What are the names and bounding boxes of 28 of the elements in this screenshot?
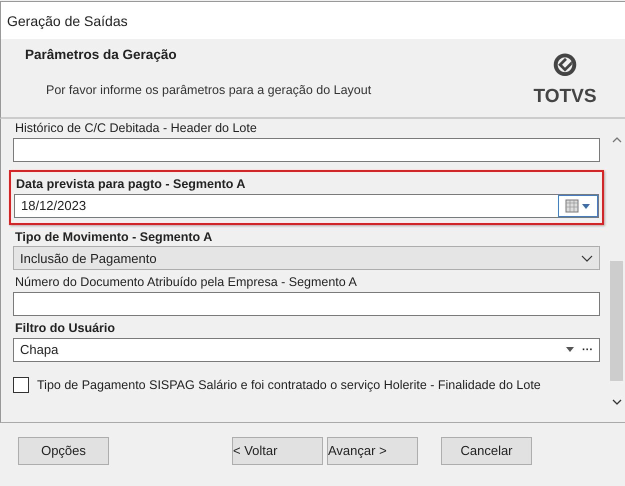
- caret-icon[interactable]: [566, 347, 574, 352]
- date-field[interactable]: 18/12/2023: [14, 194, 599, 218]
- dropdown[interactable]: Inclusão de Pagamento: [13, 246, 600, 270]
- field-label: Data prevista para pagto - Segmento A: [15, 176, 246, 193]
- field-label: Tipo de Movimento - Segmento A: [14, 228, 214, 246]
- field-label: Filtro do Usuário: [14, 320, 116, 337]
- more-button[interactable]: ···: [582, 342, 593, 358]
- input-field[interactable]: [13, 292, 600, 316]
- chevron-down-icon: [581, 254, 593, 262]
- window-title: Geração de Saídas: [7, 13, 128, 29]
- input-field[interactable]: [13, 138, 600, 162]
- nav-button[interactable]: Avançar >: [327, 437, 418, 464]
- nav-button[interactable]: < Voltar: [232, 437, 323, 464]
- field-label: Número do Documento Atribuído pela Empresa - Segmento A: [14, 274, 358, 292]
- logo-text: TOTVS: [534, 84, 596, 108]
- header-subtitle: Por favor informe os parâmetros para a geração do Layout: [46, 82, 372, 100]
- checkbox-label: Tipo de Pagamento SISPAG Salário e foi contratado o serviço Holerite - Finalidade do Lote: [37, 376, 541, 394]
- calendar-icon: [565, 198, 591, 212]
- field-label: Histórico de C/C Debitada - Header do Lote: [14, 120, 258, 137]
- scroll-down-icon[interactable]: [612, 398, 622, 404]
- options-button[interactable]: Opções: [18, 437, 109, 464]
- scroll-up-icon[interactable]: [612, 137, 622, 143]
- logo-icon: [553, 53, 577, 76]
- lookup-field[interactable]: Chapa ···: [13, 338, 600, 362]
- calendar-button[interactable]: [558, 194, 598, 216]
- cancel-button[interactable]: Cancelar: [441, 437, 532, 464]
- checkbox[interactable]: [13, 377, 29, 394]
- header-title: Parâmetros da Geração: [25, 46, 178, 64]
